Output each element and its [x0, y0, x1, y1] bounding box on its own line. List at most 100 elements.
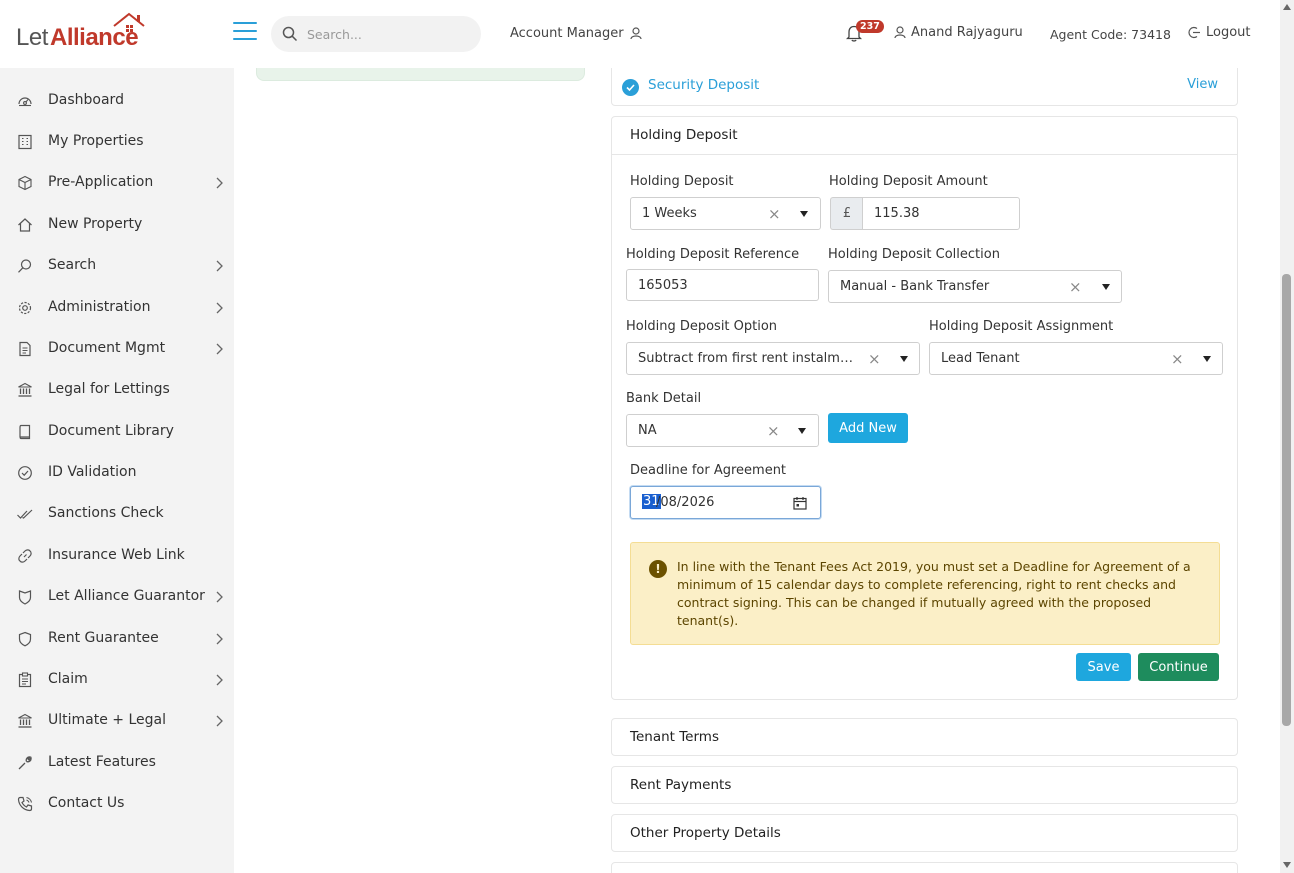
sidebar-item-label: Document Library	[48, 423, 174, 439]
sidebar-item-label: Pre-Application	[48, 174, 154, 190]
sidebar-item-label: Contact Us	[48, 795, 125, 811]
chevron-right-icon	[216, 343, 223, 355]
divider	[612, 154, 1237, 155]
shield-icon	[18, 590, 32, 605]
clear-icon[interactable]: ×	[868, 350, 881, 368]
holding-deposit-select[interactable]: 1 Weeks ×	[630, 197, 821, 230]
clear-icon[interactable]: ×	[767, 422, 780, 440]
sidebar-item-pre-application[interactable]: Pre-Application	[0, 165, 234, 201]
holding-deposit-panel: Holding Deposit Holding Deposit 1 Weeks …	[611, 116, 1238, 700]
search-input[interactable]	[307, 24, 467, 44]
add-new-bank-button[interactable]: Add New	[828, 413, 908, 443]
scroll-down-arrow-icon[interactable]	[1283, 862, 1291, 868]
check-circle-icon	[622, 79, 639, 96]
sidebar-item-latest-features[interactable]: Latest Features	[0, 745, 234, 781]
user-icon	[630, 27, 642, 40]
holding-deposit-option-select[interactable]: Subtract from first rent instalme... ×	[626, 342, 920, 375]
sidebar-item-label: Rent Guarantee	[48, 630, 159, 646]
sidebar-item-label: Document Mgmt	[48, 340, 166, 356]
holding-deposit-value: 1 Weeks	[642, 206, 697, 221]
global-search[interactable]	[271, 16, 481, 52]
logo-text-let: Let	[16, 24, 48, 51]
security-deposit-label: Security Deposit	[648, 77, 760, 93]
box-icon	[18, 175, 32, 191]
scroll-up-arrow-icon[interactable]	[1283, 4, 1291, 10]
chevron-right-icon	[216, 177, 223, 189]
currency-prefix: £	[830, 197, 863, 230]
menu-toggle-icon[interactable]	[233, 22, 257, 44]
document-icon	[19, 341, 31, 357]
continue-button[interactable]: Continue	[1138, 653, 1219, 681]
bank-detail-select[interactable]: NA ×	[626, 414, 819, 447]
clear-icon[interactable]: ×	[1171, 350, 1184, 368]
sidebar-item-contact-us[interactable]: Contact Us	[0, 786, 234, 822]
tenant-terms-section[interactable]: Tenant Terms	[611, 718, 1238, 756]
home-icon	[18, 218, 32, 232]
bank-icon	[18, 382, 32, 397]
deadline-date-input[interactable]: 31 /08/2026	[630, 486, 821, 519]
page-scrollbar[interactable]	[1280, 0, 1294, 873]
rent-payments-section[interactable]: Rent Payments	[611, 766, 1238, 804]
notification-count-badge: 237	[856, 20, 884, 33]
holding-deposit-reference-input[interactable]	[626, 269, 819, 301]
sidebar-item-let-alliance-guarantor[interactable]: Let Alliance Guarantor	[0, 579, 234, 615]
sidebar-item-ultimate-legal[interactable]: Ultimate + Legal	[0, 703, 234, 739]
sidebar-item-label: Sanctions Check	[48, 505, 164, 521]
logout-icon	[1188, 26, 1200, 39]
sidebar-item-label: Insurance Web Link	[48, 547, 185, 563]
sidebar-item-claim[interactable]: Claim	[0, 662, 234, 698]
tenant-fees-alert: ! In line with the Tenant Fees Act 2019,…	[630, 542, 1220, 645]
holding-deposit-amount-input[interactable]	[862, 197, 1020, 230]
holding-deposit-assignment-select[interactable]: Lead Tenant ×	[929, 342, 1223, 375]
sidebar-item-id-validation[interactable]: ID Validation	[0, 455, 234, 491]
chevron-right-icon	[216, 715, 223, 727]
holding-deposit-collection-select[interactable]: Manual - Bank Transfer ×	[828, 270, 1122, 303]
scrollbar-thumb[interactable]	[1282, 274, 1291, 726]
let-alliance-logo[interactable]: Let Alliance	[16, 12, 146, 52]
shield-outline-icon	[18, 631, 32, 647]
sidebar-item-search[interactable]: Search	[0, 248, 234, 284]
sidebar-item-administration[interactable]: Administration	[0, 290, 234, 326]
logo-house-icon	[113, 12, 145, 32]
sidebar-item-label: Let Alliance Guarantor	[48, 588, 205, 604]
holding-deposit-collection-value: Manual - Bank Transfer	[840, 279, 990, 294]
clear-icon[interactable]: ×	[768, 205, 781, 223]
sidebar-item-rent-guarantee[interactable]: Rent Guarantee	[0, 621, 234, 657]
wrench-icon	[18, 756, 32, 770]
holding-deposit-collection-label: Holding Deposit Collection	[828, 247, 1000, 262]
sidebar-item-document-mgmt[interactable]: Document Mgmt	[0, 331, 234, 367]
sidebar-item-my-properties[interactable]: My Properties	[0, 124, 234, 160]
phone-icon	[17, 796, 33, 812]
bank-detail-value: NA	[638, 423, 657, 438]
holding-deposit-assignment-label: Holding Deposit Assignment	[929, 319, 1114, 334]
logout-button[interactable]: Logout	[1188, 25, 1251, 40]
save-button[interactable]: Save	[1076, 653, 1131, 681]
tenant-terms-label: Tenant Terms	[630, 729, 719, 745]
sidebar-item-dashboard[interactable]: Dashboard	[0, 83, 234, 119]
sidebar-item-new-property[interactable]: New Property	[0, 207, 234, 243]
sidebar-item-label: Administration	[48, 299, 151, 315]
other-property-details-label: Other Property Details	[630, 825, 781, 841]
chevron-right-icon	[216, 633, 223, 645]
sidebar-item-insurance-web-link[interactable]: Insurance Web Link	[0, 538, 234, 574]
caret-down-icon	[1203, 356, 1211, 362]
sidebar-item-document-library[interactable]: Document Library	[0, 414, 234, 450]
book-icon	[19, 424, 31, 440]
chevron-right-icon	[216, 591, 223, 603]
clear-icon[interactable]: ×	[1069, 278, 1082, 296]
caret-down-icon	[900, 356, 908, 362]
holding-deposit-assignment-value: Lead Tenant	[941, 351, 1020, 366]
calendar-icon[interactable]	[793, 496, 807, 510]
sidebar-item-legal-for-lettings[interactable]: Legal for Lettings	[0, 372, 234, 408]
building-icon	[18, 134, 32, 150]
user-menu[interactable]: Anand Rajyaguru	[894, 25, 1023, 40]
holding-deposit-reference-label: Holding Deposit Reference	[626, 247, 800, 262]
next-section[interactable]	[611, 862, 1238, 873]
other-property-details-section[interactable]: Other Property Details	[611, 814, 1238, 852]
rent-payments-label: Rent Payments	[630, 777, 732, 793]
holding-deposit-option-label: Holding Deposit Option	[626, 319, 778, 334]
deadline-label: Deadline for Agreement	[630, 463, 787, 478]
account-manager-link[interactable]: Account Manager	[510, 26, 642, 41]
sidebar-item-sanctions-check[interactable]: Sanctions Check	[0, 496, 234, 532]
security-deposit-view-link[interactable]: View	[1187, 77, 1218, 92]
